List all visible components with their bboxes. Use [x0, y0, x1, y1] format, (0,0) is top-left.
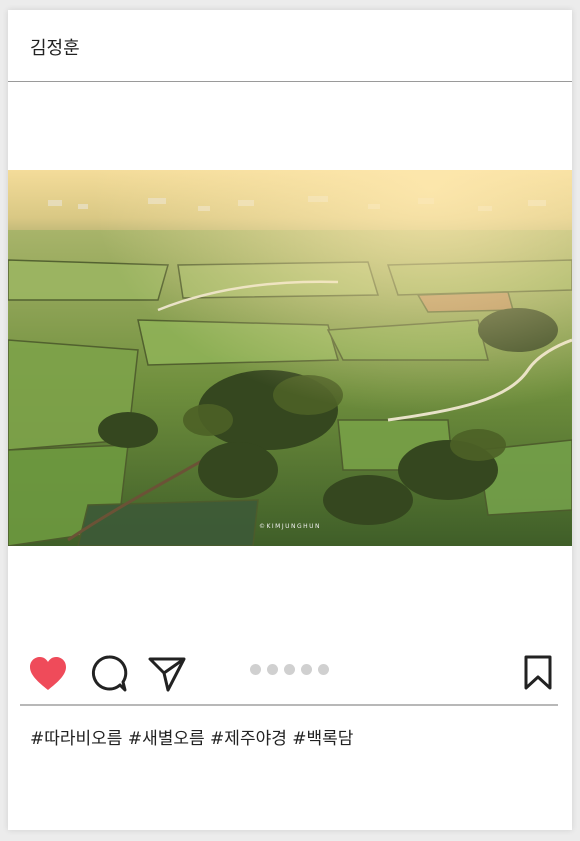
post-card: 김정훈 ©KIMJUNGHUN #따라비오름 #새별오름 #제주야경 #백록담 [8, 10, 572, 830]
heart-icon[interactable] [28, 656, 68, 692]
post-photo[interactable]: ©KIMJUNGHUN [8, 170, 572, 546]
divider [20, 704, 558, 706]
hashtags[interactable]: #따라비오름 #새별오름 #제주야경 #백록담 [30, 724, 353, 749]
action-bar [8, 650, 572, 700]
carousel-dot[interactable] [250, 664, 261, 675]
carousel-dot[interactable] [318, 664, 329, 675]
landscape-image: ©KIMJUNGHUN [8, 170, 572, 546]
photo-watermark: ©KIMJUNGHUN [259, 523, 321, 530]
carousel-dot[interactable] [267, 664, 278, 675]
username[interactable]: 김정훈 [30, 34, 80, 60]
speech-bubble-icon[interactable] [90, 655, 128, 693]
carousel-indicator [250, 664, 329, 676]
carousel-dot[interactable] [284, 664, 295, 675]
carousel-dot[interactable] [301, 664, 312, 675]
post-header: 김정훈 [8, 10, 572, 82]
bookmark-icon[interactable] [523, 655, 553, 691]
paper-plane-icon[interactable] [148, 655, 186, 693]
